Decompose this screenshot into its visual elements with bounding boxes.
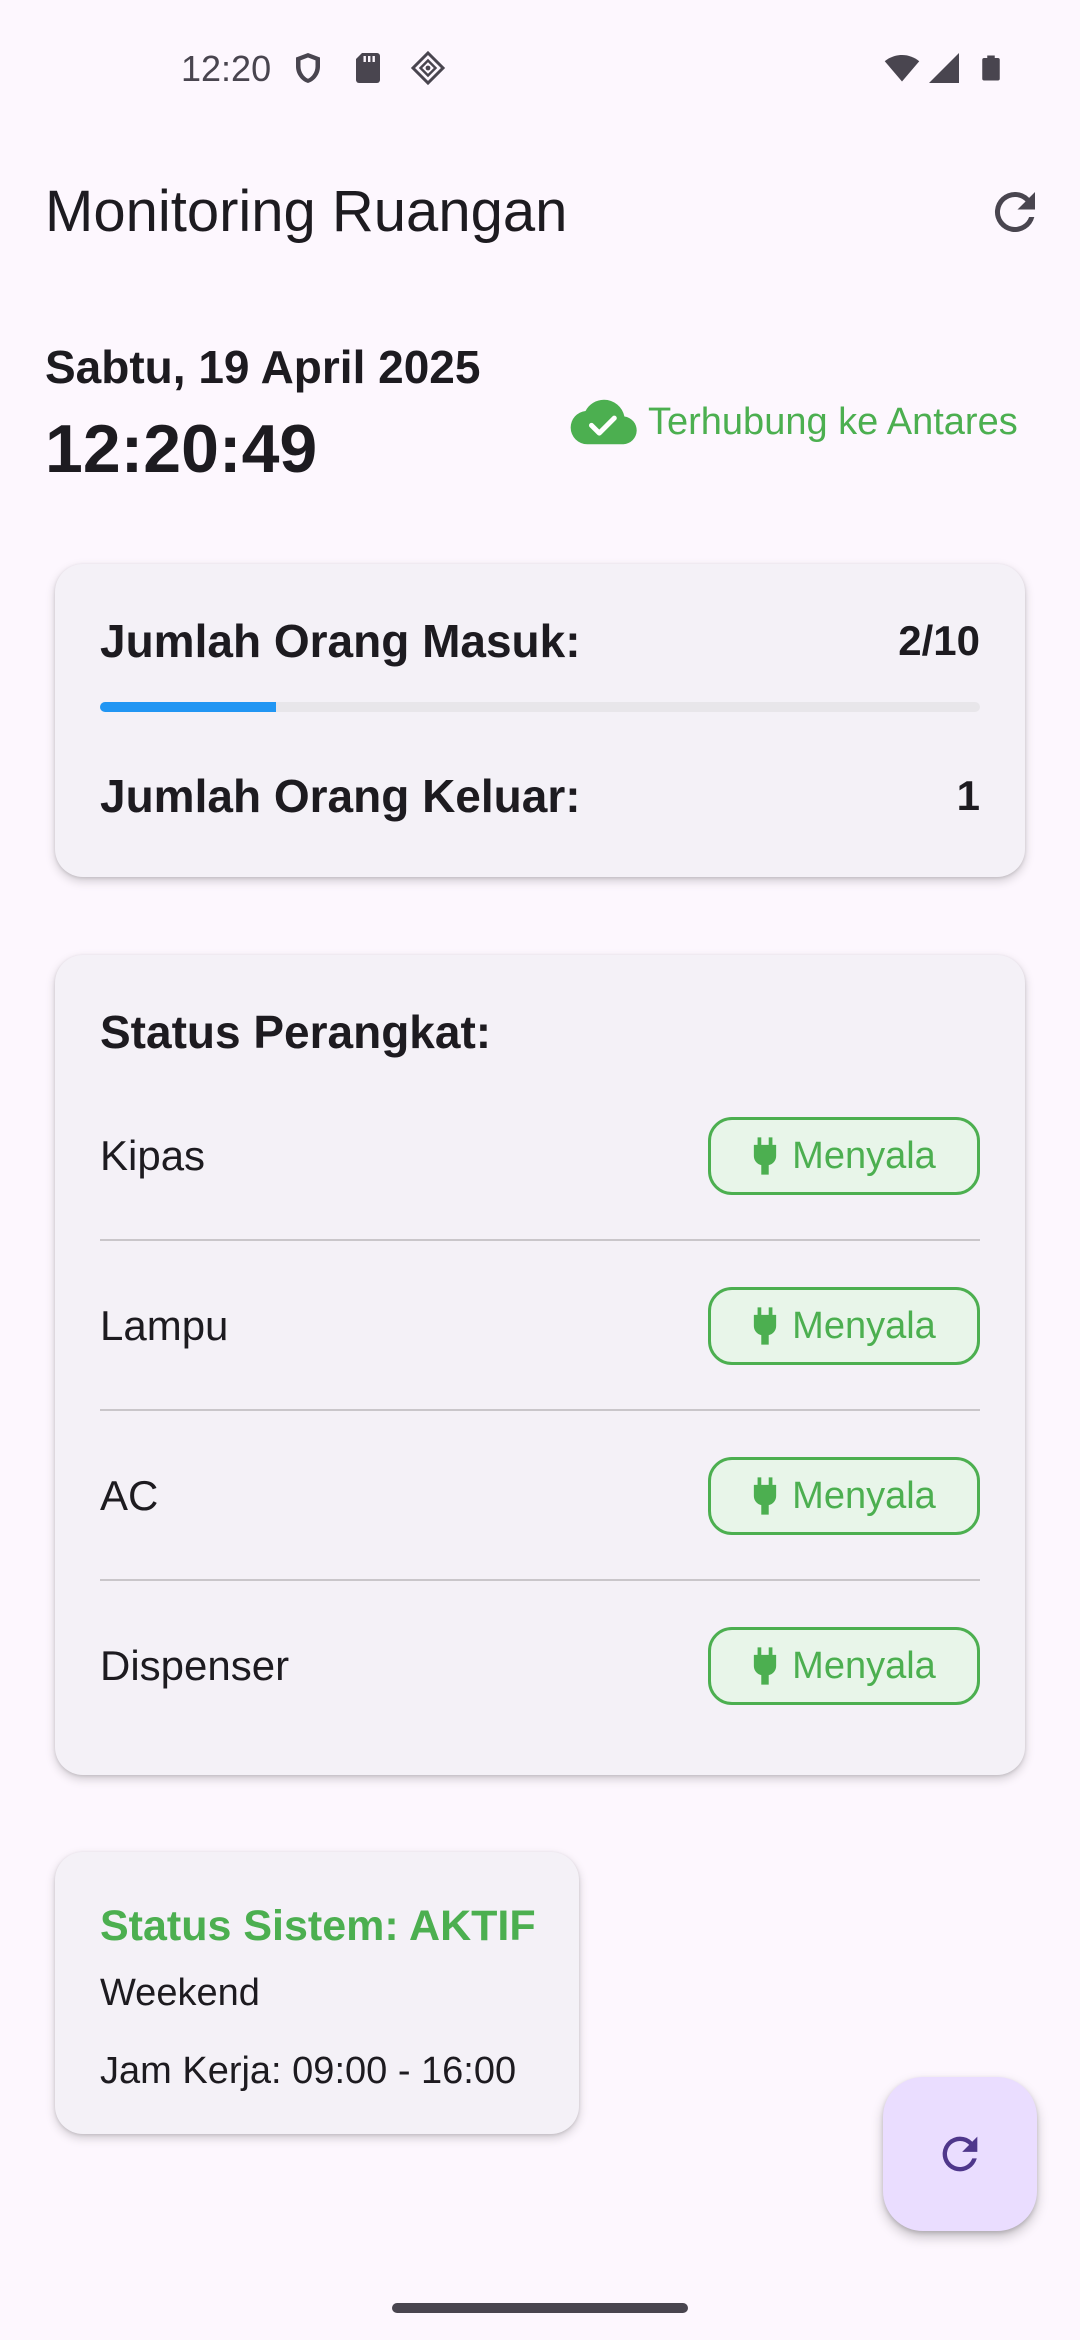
device-status-chip[interactable]: Menyala: [708, 1287, 980, 1365]
plug-icon: [754, 1307, 777, 1345]
page-title: Monitoring Ruangan: [45, 179, 568, 244]
device-status-label: Menyala: [792, 1474, 936, 1517]
plug-icon: [754, 1647, 777, 1685]
refresh-icon[interactable]: [985, 182, 1045, 242]
occupancy-progress-fill: [100, 702, 276, 712]
occupancy-progress-bar: [100, 702, 980, 712]
status-bar: 12:20: [0, 0, 1080, 140]
status-time: 12:20: [181, 48, 272, 89]
current-time: 12:20:49: [45, 411, 318, 487]
device-status-title: Status Perangkat:: [100, 1006, 492, 1058]
vpn-icon: [410, 50, 446, 86]
device-status-chip[interactable]: Menyala: [708, 1627, 980, 1705]
device-name: AC: [100, 1472, 159, 1519]
people-out-row: Jumlah Orang Keluar: 1: [100, 769, 980, 823]
working-hours: Jam Kerja: 09:00 - 16:00: [100, 2050, 517, 2092]
plug-icon: [754, 1137, 777, 1175]
current-date: Sabtu, 19 April 2025: [45, 341, 481, 393]
people-out-value: 1: [956, 772, 980, 819]
system-mode: Weekend: [100, 1972, 260, 2014]
device-status-label: Menyala: [792, 1304, 936, 1347]
system-status-card: Status Sistem: AKTIF Weekend Jam Kerja: …: [55, 1852, 579, 2134]
divider: [100, 1409, 980, 1411]
device-row-lampu: Lampu Menyala: [100, 1285, 980, 1367]
connection-status: Terhubung ke Antares: [570, 392, 1018, 452]
home-indicator[interactable]: [392, 2303, 688, 2313]
device-status-card: Status Perangkat: Kipas Menyala Lampu Me…: [55, 955, 1025, 1775]
people-in-value: 2/10: [898, 617, 980, 664]
battery-icon: [982, 55, 1000, 81]
shield-icon: [296, 53, 320, 83]
refresh-icon: [942, 2136, 978, 2172]
device-row-kipas: Kipas Menyala: [100, 1115, 980, 1197]
device-row-dispenser: Dispenser Menyala: [100, 1625, 980, 1707]
system-status-title: Status Sistem: AKTIF: [100, 1902, 536, 1950]
wifi-icon: [884, 54, 920, 82]
device-status-label: Menyala: [792, 1644, 936, 1687]
connection-label: Terhubung ke Antares: [648, 400, 1018, 443]
device-name: Lampu: [100, 1302, 229, 1349]
device-name: Kipas: [100, 1132, 206, 1179]
signal-icon: [929, 53, 959, 83]
people-in-row: Jumlah Orang Masuk: 2/10: [100, 614, 980, 668]
device-status-label: Menyala: [792, 1134, 936, 1177]
divider: [100, 1579, 980, 1581]
device-row-ac: AC Menyala: [100, 1455, 980, 1537]
plug-icon: [754, 1477, 777, 1515]
people-in-label: Jumlah Orang Masuk:: [100, 615, 581, 667]
device-status-chip[interactable]: Menyala: [708, 1457, 980, 1535]
sd-card-icon: [356, 53, 380, 83]
refresh-fab[interactable]: [883, 2077, 1037, 2231]
device-status-chip[interactable]: Menyala: [708, 1117, 980, 1195]
divider: [100, 1239, 980, 1241]
people-out-label: Jumlah Orang Keluar:: [100, 770, 581, 822]
people-count-card: Jumlah Orang Masuk: 2/10 Jumlah Orang Ke…: [55, 564, 1025, 877]
device-name: Dispenser: [100, 1642, 290, 1689]
cloud-done-icon: [570, 399, 637, 445]
